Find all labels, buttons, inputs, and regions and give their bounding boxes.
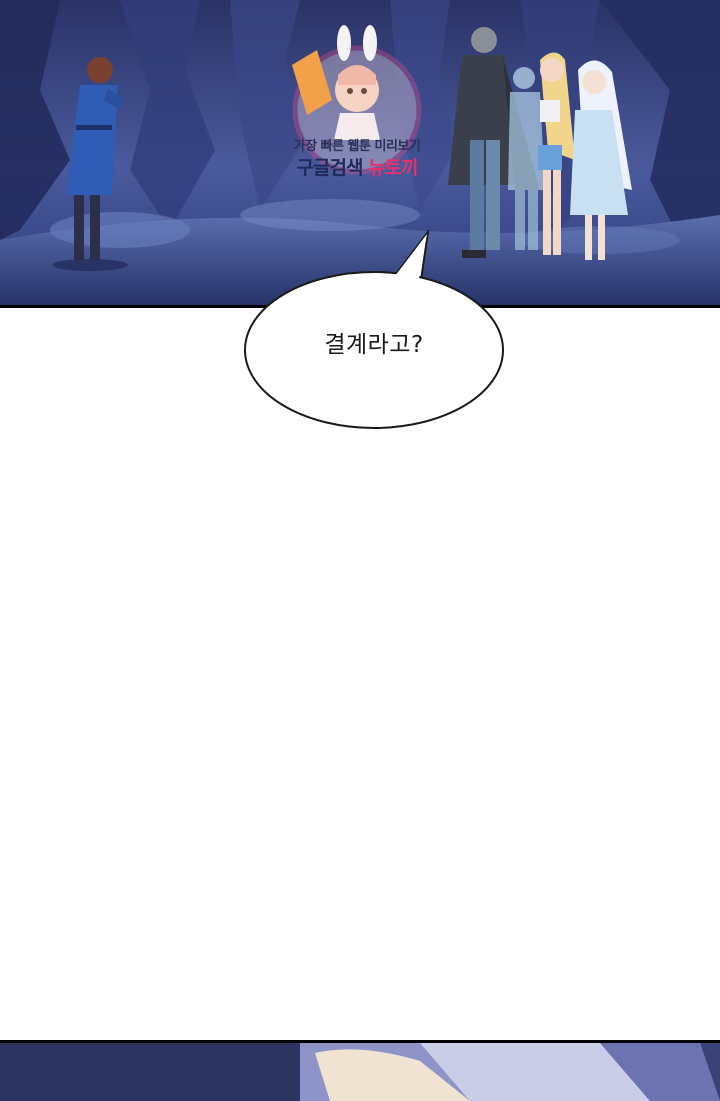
watermark-search-label: 구글검색 [296, 157, 369, 179]
watermark-site-name: 구글검색 뉴토끼 [272, 153, 442, 180]
next-scene-panel [0, 1040, 720, 1101]
watermark-tagline: 가장 빠른 웹툰 미리보기 [293, 139, 421, 154]
watermark-badge: 가장 빠른 웹툰 미리보기 구글검색 뉴토끼 [272, 25, 442, 195]
watermark-site-highlight: 뉴토끼 [368, 157, 418, 179]
dialogue-text: 결계라고? [324, 332, 424, 358]
next-scene-illustration [0, 1043, 720, 1101]
